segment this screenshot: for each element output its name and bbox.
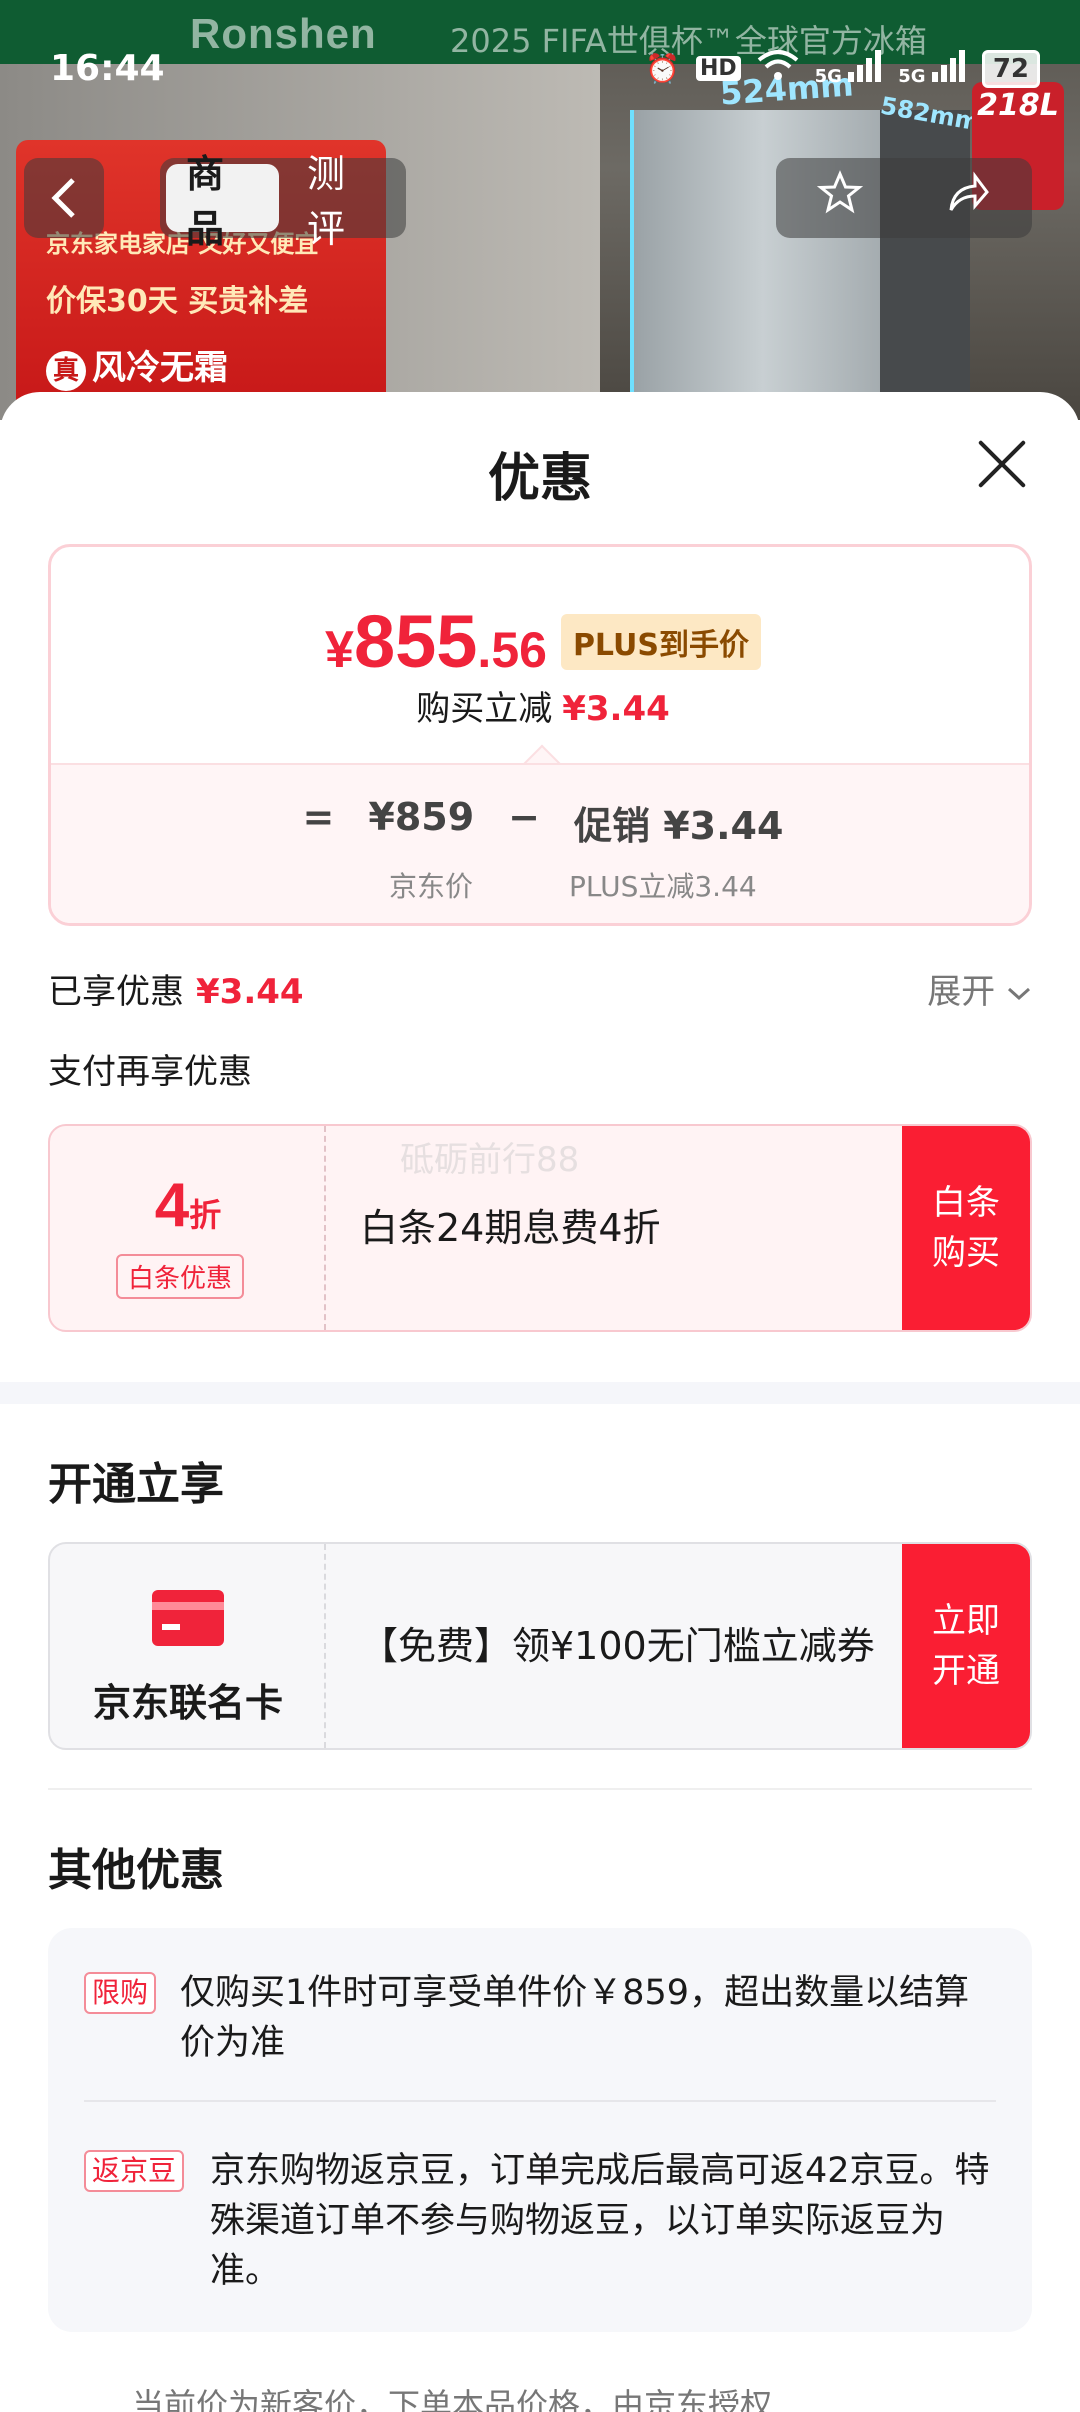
card-desc: 【免费】领¥100无门槛立减券 <box>360 1624 875 1668</box>
open-section-title: 开通立享 <box>48 1459 224 1510</box>
other-offer-item: 限购 仅购买1件时可享受单件价￥859，超出数量以结算价为准 <box>84 1968 996 2068</box>
hd-icon: HD <box>695 56 741 81</box>
card-label: 京东联名卡 <box>92 1681 283 1725</box>
price-decimal: .56 <box>477 622 547 678</box>
open-card-line1: 立即 <box>932 1601 1000 1641</box>
alarm-icon: ⏰ <box>645 52 680 85</box>
signal-5g-label-2: 5G <box>898 66 926 87</box>
promo-feature-badge: 真 <box>46 351 86 391</box>
expand-label: 展开 <box>927 972 996 1012</box>
pay-section-title: 支付再享优惠 <box>48 1052 252 1092</box>
status-bar: 16:44 ⏰ HD 5G 5G 72 <box>0 0 1080 140</box>
jd-price-label: 京东价 <box>389 870 474 903</box>
price-calculation: = ¥859 − 促销 ¥3.44 京东价 PLUS立减3.44 <box>51 763 1029 923</box>
reduce-row: 购买立减 ¥3.44 <box>51 681 1029 730</box>
enjoyed-discount-row: 已享优惠 ¥3.44 <box>48 964 304 1013</box>
promo-feature: 真风冷无霜 <box>46 340 228 391</box>
back-button[interactable] <box>24 158 104 238</box>
other-section-title: 其他优惠 <box>48 1845 224 1896</box>
star-icon[interactable] <box>816 169 864 227</box>
battery-icon: 72 <box>981 49 1040 88</box>
open-card-button[interactable]: 立即 开通 <box>902 1544 1030 1748</box>
baitiao-buy-line1: 白条 <box>932 1183 1000 1223</box>
expand-button[interactable]: 展开 <box>927 964 1032 1013</box>
calc-minus: − <box>508 795 540 839</box>
offer-separator <box>84 2100 996 2102</box>
price-breakdown-card: ¥855.56 PLUS到手价 购买立减 ¥3.44 = ¥859 − 促销 ¥3… <box>48 544 1032 926</box>
calc-row: = ¥859 − 促销 ¥3.44 <box>51 795 1029 850</box>
section-separator <box>48 1788 1032 1790</box>
product-tabs: 商品 测评 <box>160 152 406 251</box>
share-icon[interactable] <box>945 170 991 227</box>
discount-unit: 折 <box>189 1196 222 1234</box>
promo-label: PLUS立减3.44 <box>569 870 757 903</box>
promo-guarantee: 价保30天 买贵补差 <box>46 284 309 319</box>
other-offer-item: 返京豆 京东购物返京豆，订单完成后最高可返42京豆。特殊渠道订单不参与购物返豆，… <box>84 2146 996 2296</box>
card-block: 京东联名卡 <box>50 1544 326 1748</box>
price-integer: 855 <box>353 600 478 683</box>
offer-tag-beans: 返京豆 <box>84 2150 185 2192</box>
credit-card-icon <box>152 1590 224 1646</box>
enjoyed-label: 已享优惠 <box>48 972 184 1012</box>
reduce-label: 购买立减 <box>416 689 553 729</box>
baitiao-discount: 4折 <box>50 1170 326 1241</box>
baitiao-buy-line2: 购买 <box>932 1233 1000 1273</box>
sheet-title: 优惠 <box>487 449 592 509</box>
final-price-row: ¥855.56 PLUS到手价 <box>51 599 1029 684</box>
discount-number: 4 <box>154 1171 190 1240</box>
open-card-line2: 开通 <box>932 1651 1000 1691</box>
signal-5g-icon-2: 5G <box>898 50 966 87</box>
jd-price: ¥859 <box>368 795 475 839</box>
final-price: ¥855.56 <box>325 599 547 684</box>
baitiao-buy-button[interactable]: 白条 购买 <box>902 1126 1030 1330</box>
section-divider <box>0 1382 1080 1404</box>
price-currency: ¥ <box>325 621 354 679</box>
baitiao-offer[interactable]: 4折 白条优惠 砥砺前行88 白条24期息费4折 白条 购买 <box>48 1124 1032 1332</box>
promo-discount: 促销 ¥3.44 <box>574 804 784 848</box>
open-card-label: 立即 开通 <box>932 1596 1000 1696</box>
enjoyed-value: ¥3.44 <box>196 972 304 1012</box>
reduce-value: ¥3.44 <box>562 689 670 729</box>
plus-price-tag: PLUS到手价 <box>560 613 761 670</box>
footer-note: …当前价为新客价，下单本品价格，由京东授权 <box>100 2386 773 2412</box>
baitiao-tag: 白条优惠 <box>116 1254 245 1299</box>
status-icons: ⏰ HD 5G 5G 72 <box>645 48 1040 89</box>
other-offers-box: 限购 仅购买1件时可享受单件价￥859，超出数量以结算价为准 返京豆 京东购物返… <box>48 1928 1032 2332</box>
nav-actions <box>776 158 1032 238</box>
tab-product[interactable]: 商品 <box>166 152 279 251</box>
baitiao-discount-block: 4折 白条优惠 <box>50 1126 326 1330</box>
baitiao-desc: 白条24期息费4折 <box>360 1206 661 1250</box>
chevron-left-icon <box>51 178 75 218</box>
tab-review[interactable]: 测评 <box>287 152 400 251</box>
close-icon[interactable] <box>974 436 1030 492</box>
promo-feature-text: 风冷无霜 <box>92 348 228 388</box>
price-summary: ¥855.56 PLUS到手价 购买立减 ¥3.44 <box>51 547 1029 763</box>
refrigerator-side <box>880 110 970 420</box>
offer-text-limit: 仅购买1件时可享受单件价￥859，超出数量以结算价为准 <box>180 1973 970 2063</box>
wifi-icon <box>757 48 799 89</box>
offer-tag-limit: 限购 <box>84 1972 157 2014</box>
chevron-down-icon <box>1007 987 1031 1001</box>
discount-sheet: 优惠 ¥855.56 PLUS到手价 购买立减 ¥3.44 = ¥859 − 促销… <box>0 392 1080 2412</box>
calc-equals: = <box>302 795 335 839</box>
signal-5g-label: 5G <box>814 66 842 87</box>
offer-text-beans: 京东购物返京豆，订单完成后最高可返42京豆。特殊渠道订单不参与购物返豆，以订单实… <box>210 2151 990 2291</box>
signal-5g-icon: 5G <box>815 50 883 87</box>
cobrand-card-offer[interactable]: 京东联名卡 【免费】领¥100无门槛立减券 立即 开通 <box>48 1542 1032 1750</box>
baitiao-buy-label: 白条 购买 <box>932 1178 1000 1278</box>
status-time: 16:44 <box>50 48 165 89</box>
